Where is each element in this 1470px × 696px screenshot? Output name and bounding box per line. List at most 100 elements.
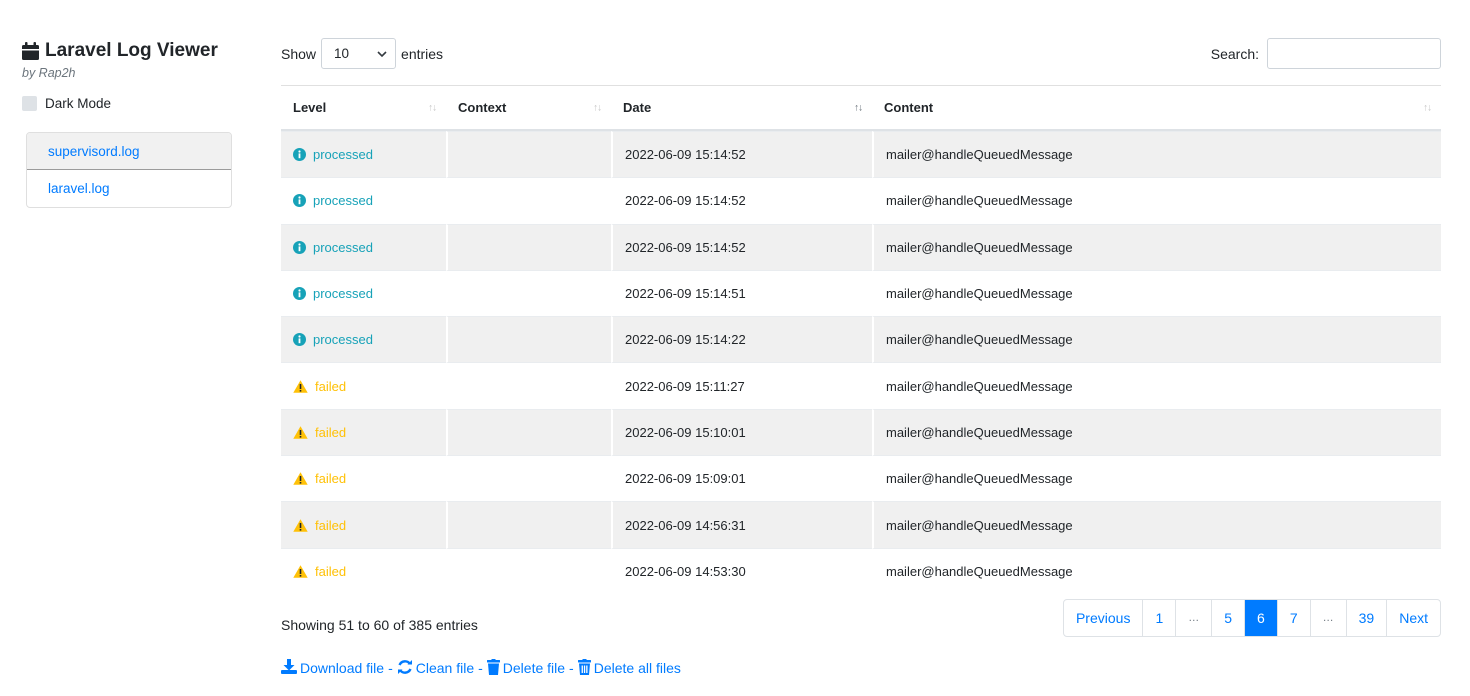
cell-content[interactable]: mailer@handleQueuedMessage xyxy=(872,316,1441,363)
search-label: Search: xyxy=(1210,45,1259,62)
next-page-button[interactable]: Next xyxy=(1386,599,1440,636)
cell-level: processed xyxy=(281,131,446,178)
page-button-1[interactable]: 1 xyxy=(1142,599,1175,636)
level-text: processed xyxy=(313,286,373,302)
delete-all-files-link[interactable]: Delete all files xyxy=(577,658,681,678)
cell-context xyxy=(446,223,611,270)
column-header-content[interactable]: Content ↑↓ xyxy=(872,85,1441,131)
separator: - xyxy=(478,660,483,677)
entries-label: entries xyxy=(401,45,444,62)
cell-context xyxy=(446,131,611,178)
level-badge: failed xyxy=(293,425,434,440)
byline: by Rap2h xyxy=(22,66,76,80)
table-row[interactable]: processed 2022-06-09 15:14:51 mailer@handl… xyxy=(281,269,1441,317)
page-button-5[interactable]: 5 xyxy=(1211,599,1244,636)
file-item-supervisord[interactable]: supervisord.log xyxy=(27,133,231,170)
info-circle-icon xyxy=(293,287,306,301)
file-item-laravel[interactable]: laravel.log xyxy=(27,170,231,207)
separator: - xyxy=(388,660,393,677)
cell-content[interactable]: mailer@handleQueuedMessage xyxy=(872,362,1441,409)
sort-icon: ↑↓ xyxy=(593,102,602,113)
log-table: Level ↑↓ Context ↑↓ Date ↑↓ Content ↑↓ proce… xyxy=(281,85,1441,594)
cell-level: failed xyxy=(281,362,446,408)
level-badge: processed xyxy=(293,193,434,208)
cell-content[interactable]: mailer@handleQueuedMessage xyxy=(872,177,1441,224)
sort-icon: ↑↓ xyxy=(1423,102,1432,113)
table-row[interactable]: failed 2022-06-09 14:56:31 mailer@handleQu… xyxy=(281,501,1441,548)
trash-icon xyxy=(486,658,500,678)
level-text: processed xyxy=(313,193,373,209)
table-row[interactable]: processed 2022-06-09 15:14:52 mailer@handl… xyxy=(281,131,1441,178)
download-file-link[interactable]: Download file xyxy=(281,659,384,677)
entries-length: Show 10 entries xyxy=(281,38,443,69)
page-length-select[interactable]: 10 xyxy=(321,38,397,69)
cell-level: processed xyxy=(281,269,446,316)
download-icon xyxy=(281,659,297,677)
level-badge: processed xyxy=(293,147,434,162)
table-row[interactable]: failed 2022-06-09 15:09:01 mailer@handleQu… xyxy=(281,455,1441,502)
cell-context xyxy=(446,316,611,363)
column-header-date[interactable]: Date ↑↓ xyxy=(611,85,872,131)
cell-date: 2022-06-09 15:14:51 xyxy=(611,269,872,317)
search-box: Search: xyxy=(1211,38,1441,69)
level-badge: processed xyxy=(293,240,434,255)
cell-content[interactable]: mailer@handleQueuedMessage xyxy=(872,223,1441,270)
cell-level: processed xyxy=(281,316,446,363)
table-controls: Show 10 entries Search: xyxy=(281,38,1441,69)
dark-mode-toggle[interactable]: Dark Mode xyxy=(22,96,232,111)
table-row[interactable]: processed 2022-06-09 15:14:52 mailer@handl… xyxy=(281,223,1441,270)
cell-context xyxy=(446,547,611,594)
cell-content[interactable]: mailer@handleQueuedMessage xyxy=(872,408,1441,456)
delete-file-link[interactable]: Delete file xyxy=(486,658,565,678)
search-input[interactable] xyxy=(1267,38,1441,69)
app-title: Laravel Log Viewer xyxy=(22,40,232,62)
table-row[interactable]: failed 2022-06-09 15:10:01 mailer@handleQu… xyxy=(281,408,1441,456)
cell-level: failed xyxy=(281,455,446,501)
pagination: Previous 1… 5 6 7… 39 Next xyxy=(1062,598,1441,637)
table-row[interactable]: processed 2022-06-09 15:14:22 mailer@handl… xyxy=(281,316,1441,363)
page-button-39[interactable]: 39 xyxy=(1345,599,1387,636)
main-content: Show 10 entries Search: Level ↑↓ Context ↑… xyxy=(281,38,1441,678)
file-actions: Download file - Clean file - Delete file… xyxy=(281,658,1441,678)
level-badge: failed xyxy=(293,518,434,533)
cell-context xyxy=(446,362,611,409)
cell-level: failed xyxy=(281,501,446,548)
log-file-list: supervisord.log laravel.log xyxy=(26,132,232,208)
cell-context xyxy=(446,177,611,224)
dark-mode-label: Dark Mode xyxy=(45,96,112,111)
separator: - xyxy=(569,660,574,677)
warning-triangle-icon xyxy=(293,379,308,393)
cell-content[interactable]: mailer@handleQueuedMessage xyxy=(872,269,1441,317)
table-info: Showing 51 to 60 of 385 entries xyxy=(281,616,478,633)
cell-level: processed xyxy=(281,177,446,223)
info-circle-icon xyxy=(293,148,306,162)
cell-content[interactable]: mailer@handleQueuedMessage xyxy=(872,547,1441,594)
page-button-6[interactable]: 6 xyxy=(1244,599,1277,636)
info-circle-icon xyxy=(293,240,306,254)
column-header-level[interactable]: Level ↑↓ xyxy=(281,85,446,131)
cell-date: 2022-06-09 15:09:01 xyxy=(611,455,872,502)
level-text: failed xyxy=(315,471,347,487)
info-circle-icon xyxy=(293,333,306,347)
cell-content[interactable]: mailer@handleQueuedMessage xyxy=(872,131,1441,178)
cell-level: failed xyxy=(281,547,446,594)
previous-page-button[interactable]: Previous xyxy=(1064,600,1142,636)
table-row[interactable]: failed 2022-06-09 15:11:27 mailer@handleQu… xyxy=(281,362,1441,409)
cell-content[interactable]: mailer@handleQueuedMessage xyxy=(872,501,1441,548)
cell-date: 2022-06-09 15:14:52 xyxy=(611,223,872,270)
chevron-down-icon xyxy=(377,46,387,61)
cell-context xyxy=(446,408,611,456)
column-header-context[interactable]: Context ↑↓ xyxy=(446,85,611,131)
cell-content[interactable]: mailer@handleQueuedMessage xyxy=(872,455,1441,502)
warning-triangle-icon xyxy=(293,472,308,485)
table-row[interactable]: processed 2022-06-09 15:14:52 mailer@handl… xyxy=(281,177,1441,224)
page-length-value: 10 xyxy=(334,46,350,61)
level-text: processed xyxy=(313,239,373,255)
clean-file-link[interactable]: Clean file xyxy=(397,659,474,678)
dark-mode-checkbox[interactable] xyxy=(22,96,37,111)
cell-date: 2022-06-09 15:14:52 xyxy=(611,131,872,178)
level-text: processed xyxy=(313,147,373,163)
table-row[interactable]: failed 2022-06-09 14:53:30 mailer@handleQu… xyxy=(281,547,1441,594)
calendar-icon xyxy=(22,42,39,60)
page-button-7[interactable]: 7 xyxy=(1276,599,1310,636)
